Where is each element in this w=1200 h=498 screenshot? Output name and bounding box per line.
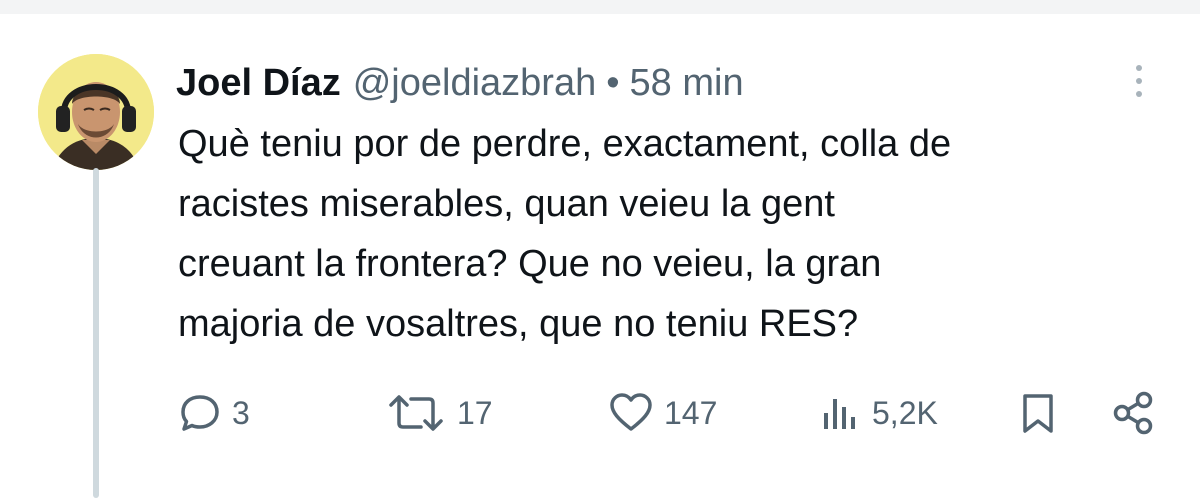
reply-count: 3 (232, 394, 250, 431)
bookmark-icon (1023, 394, 1053, 433)
bookmark-button[interactable] (1018, 388, 1058, 438)
views-count: 5,2K (872, 394, 938, 431)
timestamp[interactable]: 58 min (630, 56, 744, 110)
tweet-header: Joel Díaz @joeldiazbrah • 58 min (176, 56, 744, 110)
thread-line (93, 168, 99, 498)
avatar-photo (38, 54, 154, 170)
repost-icon (389, 395, 443, 431)
action-bar: 3 17 147 5,2K (0, 388, 1200, 438)
repost-count: 17 (457, 394, 493, 431)
like-count: 147 (664, 394, 718, 431)
views-icon (824, 399, 855, 429)
repost-button[interactable]: 17 (385, 388, 493, 438)
heart-icon (610, 393, 652, 431)
separator-dot: • (606, 62, 620, 104)
tweet-text: Què teniu por de perdre, exactament, col… (178, 123, 952, 345)
reply-button[interactable]: 3 (178, 388, 250, 438)
views-button[interactable]: 5,2K (818, 388, 938, 438)
author-handle[interactable]: @joeldiazbrah (353, 56, 597, 110)
reply-icon (181, 395, 219, 431)
share-button[interactable] (1110, 388, 1156, 438)
share-icon (1113, 391, 1153, 435)
top-strip (0, 0, 1200, 14)
like-button[interactable]: 147 (608, 388, 717, 438)
avatar[interactable] (38, 54, 154, 170)
author-name[interactable]: Joel Díaz (176, 56, 341, 110)
more-icon[interactable] (1124, 60, 1154, 102)
